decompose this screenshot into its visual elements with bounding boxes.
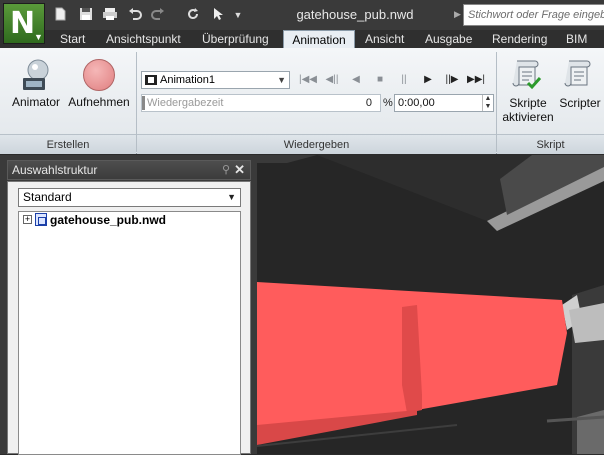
pause-icon[interactable]: || (393, 72, 415, 88)
skripte-aktivieren-button[interactable]: Skripte aktivieren (500, 96, 556, 124)
scripts-enable-icon (511, 58, 543, 92)
title-bar: ▼ gatehouse_pub.nwd ▶ Stichwort oder Fra… (0, 0, 604, 30)
new-file-icon[interactable] (52, 7, 68, 23)
chevron-down-icon: ▼ (277, 75, 286, 85)
redo-icon[interactable] (150, 7, 166, 23)
panel-title-skript: Skript (497, 134, 604, 154)
ribbon: Animator Aufnehmen Erstellen Animation1 … (0, 48, 604, 154)
select-cursor-icon[interactable] (210, 7, 226, 23)
chevron-down-icon: ▼ (34, 32, 43, 42)
animation-select[interactable]: Animation1 ▼ (141, 71, 290, 89)
aufnehmen-button[interactable]: Aufnehmen (66, 95, 132, 109)
time-input[interactable]: 0:00,00 ▲ ▼ (394, 94, 494, 112)
save-icon[interactable] (78, 7, 94, 23)
step-back-icon[interactable]: ◀|| (321, 72, 343, 88)
print-icon[interactable] (102, 7, 118, 23)
panel-title-wiedergeben: Wiedergeben (137, 134, 496, 154)
panel-header: Auswahlstruktur ⚲ ✕ (7, 160, 251, 180)
tree-mode-value: Standard (23, 190, 72, 204)
animator-icon (19, 58, 53, 92)
skripte-label: Skripte (509, 96, 547, 110)
scripter-button[interactable]: Scripter (557, 96, 603, 110)
tab-ansichtspunkt[interactable]: Ansichtspunkt (102, 30, 185, 48)
tab-rendering[interactable]: Rendering (488, 30, 551, 48)
step-forward-icon[interactable]: ||▶ (441, 72, 463, 88)
panel-body: Standard ▼ + gatehouse_pub.nwd (7, 181, 251, 455)
selection-tree[interactable]: + gatehouse_pub.nwd (18, 211, 241, 455)
fast-forward-to-end-icon[interactable]: ▶▶| (465, 72, 487, 88)
slider-thumb[interactable] (142, 96, 145, 110)
document-title: gatehouse_pub.nwd (296, 7, 414, 22)
rewind-to-start-icon[interactable]: |◀◀ (297, 72, 319, 88)
refresh-icon[interactable] (185, 7, 201, 23)
frame-value: 0 (365, 97, 372, 109)
tab-animation[interactable]: Animation (283, 30, 355, 48)
undo-icon[interactable] (127, 7, 143, 23)
tree-item-label[interactable]: gatehouse_pub.nwd (50, 213, 166, 227)
playback-time-placeholder: Wiedergabezeit (147, 97, 224, 109)
app-menu-button[interactable]: N ▼ (3, 3, 45, 44)
time-input-value: 0:00,00 (398, 97, 435, 109)
panel-title-erstellen: Erstellen (0, 134, 136, 154)
app-logo: N (10, 6, 36, 41)
playback-time-slider[interactable]: Wiedergabezeit (141, 94, 381, 112)
tab-ausgabe[interactable]: Ausgabe (421, 30, 476, 48)
spinner-icon[interactable]: ▲ ▼ (482, 95, 493, 111)
animation-select-value: Animation1 (160, 74, 216, 86)
tree-mode-select[interactable]: Standard ▼ (18, 188, 241, 207)
close-icon[interactable]: ✕ (234, 161, 245, 179)
tab-bim36[interactable]: BIM 36 (562, 30, 604, 64)
film-icon (145, 75, 157, 85)
record-icon (83, 59, 115, 91)
stop-icon[interactable]: ■ (369, 72, 391, 88)
animator-button[interactable]: Animator (8, 95, 64, 109)
panel-title: Auswahlstruktur (12, 163, 98, 177)
3d-viewport[interactable] (257, 155, 604, 454)
expand-icon[interactable]: + (23, 215, 32, 224)
search-expand-icon[interactable]: ▶ (454, 9, 461, 20)
play-icon[interactable]: ▶ (417, 72, 439, 88)
tab-ueberpruefung[interactable]: Überprüfung (198, 30, 273, 48)
customize-dropdown-icon[interactable]: ▼ (230, 7, 246, 23)
percent-label: % (383, 97, 393, 109)
tab-start[interactable]: Start (56, 30, 89, 48)
scene-render (257, 155, 604, 454)
aktivieren-label: aktivieren (502, 110, 554, 124)
tab-ansicht[interactable]: Ansicht (361, 30, 408, 48)
selection-tree-panel: Auswahlstruktur ⚲ ✕ Standard ▼ + gatehou… (0, 155, 257, 455)
play-reverse-icon[interactable]: ◀ (345, 72, 367, 88)
chevron-down-icon: ▼ (227, 192, 236, 202)
search-input[interactable]: Stichwort oder Frage eingeben (463, 4, 604, 26)
scripter-icon (563, 58, 593, 92)
document-icon (35, 213, 47, 226)
ribbon-tabs: Start Ansichtspunkt Überprüfung Animatio… (0, 30, 604, 64)
pin-icon[interactable]: ⚲ (222, 161, 230, 179)
